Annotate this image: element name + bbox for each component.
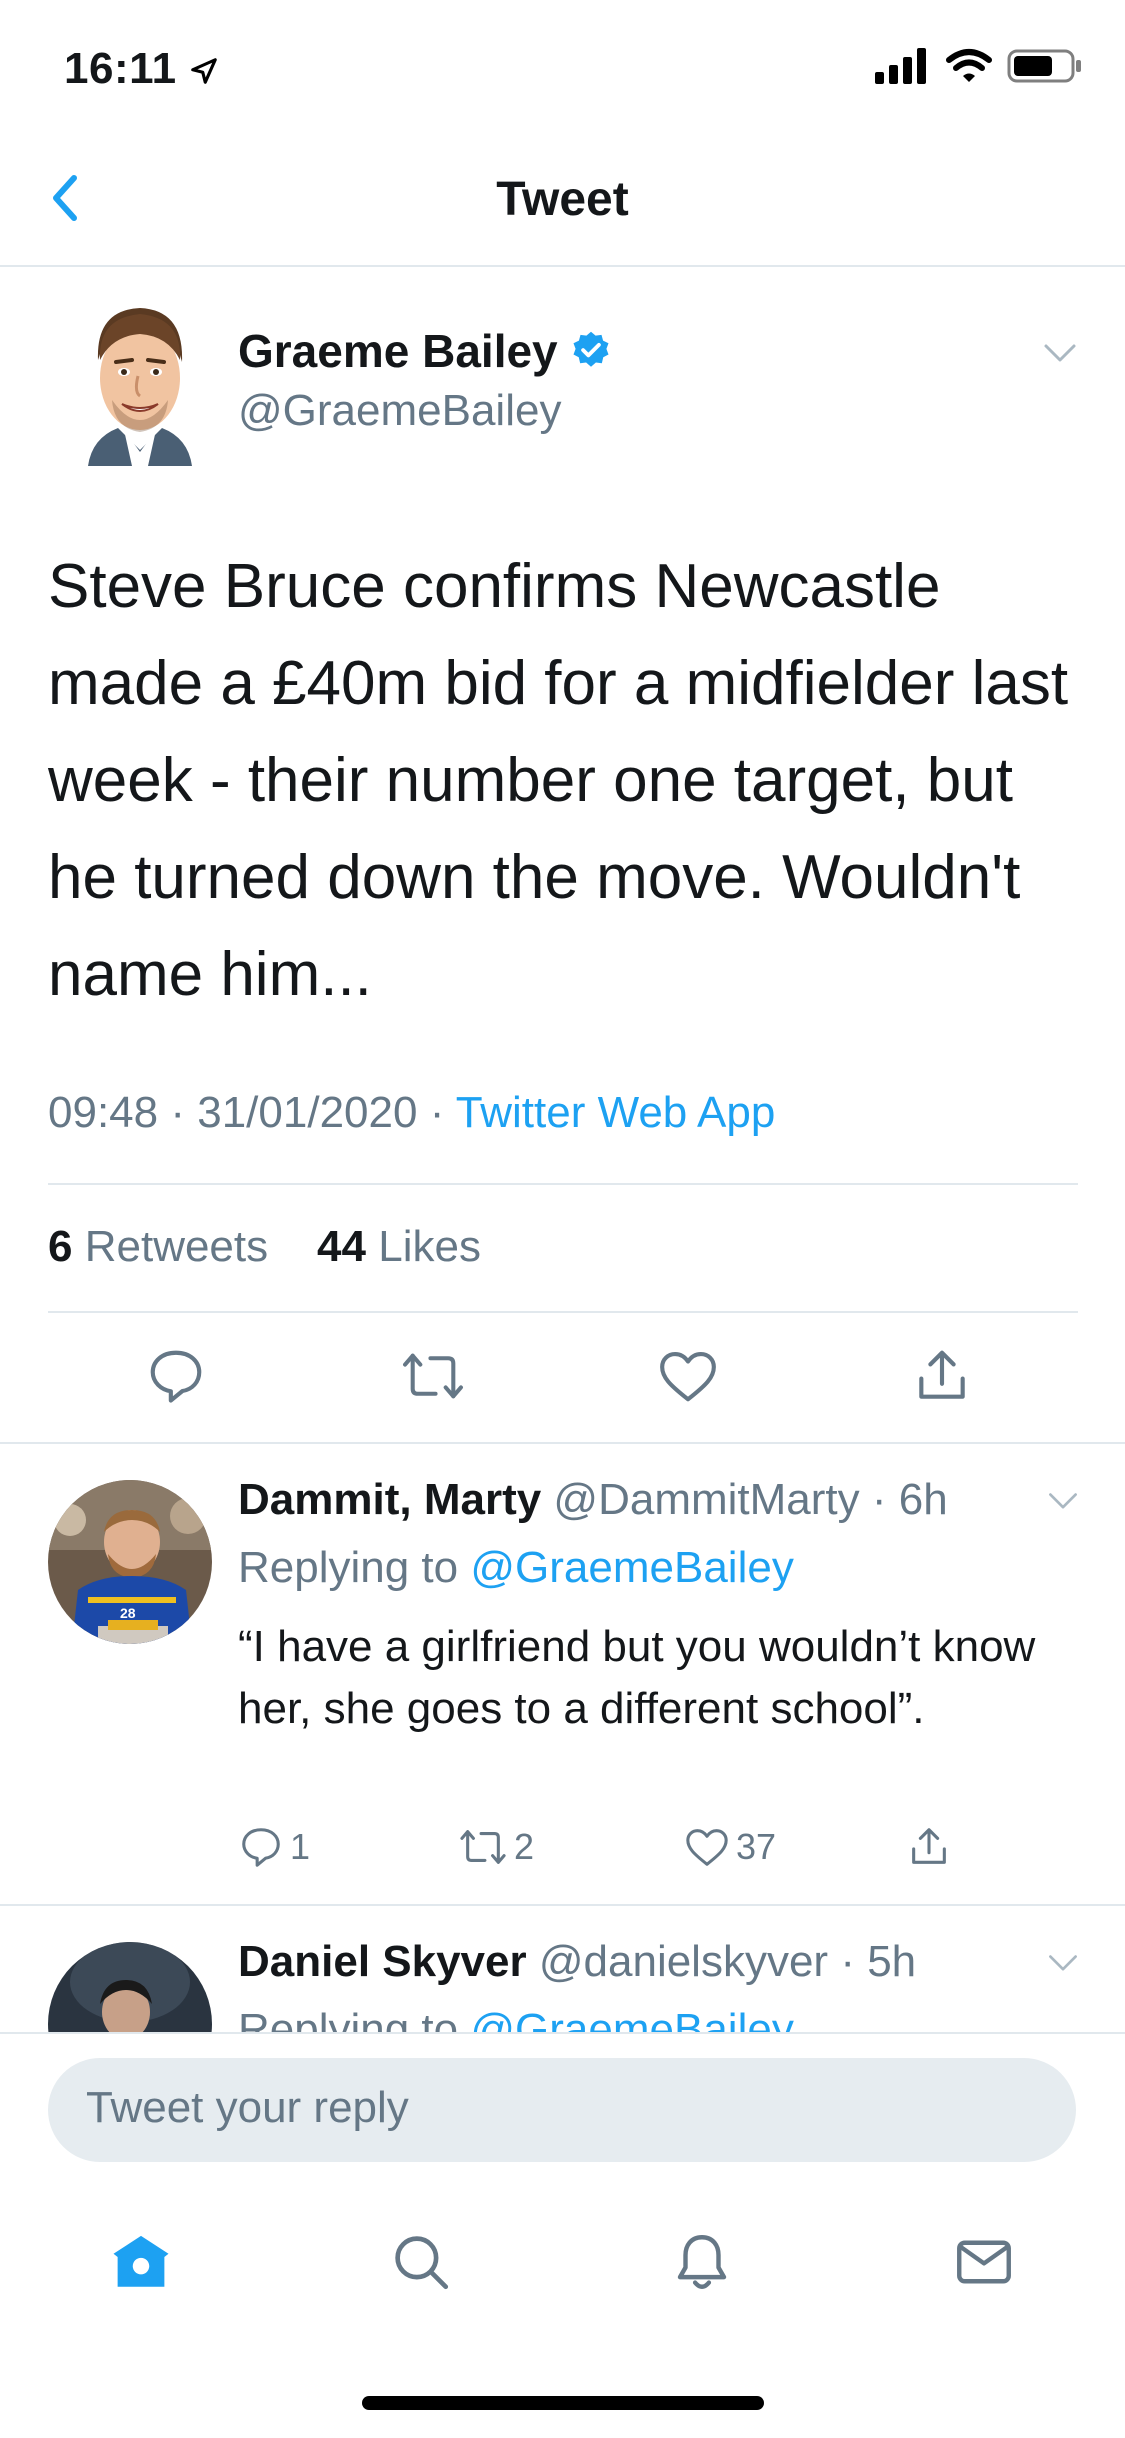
- tweet-options-button[interactable]: [1040, 332, 1080, 377]
- chevron-down-icon: [1049, 1955, 1077, 1971]
- retweet-count: 2: [514, 1826, 535, 1867]
- divider: [0, 1442, 1125, 1444]
- share-icon: [919, 1350, 965, 1399]
- reply-like-button[interactable]: 37: [684, 1824, 776, 1870]
- like-count: 37: [736, 1826, 777, 1867]
- replying-label: Replying to: [238, 1543, 459, 1592]
- divider: [0, 1904, 1125, 1906]
- retweet-icon: [403, 1353, 463, 1399]
- tweet-meta: 09:48 · 31/01/2020 · Twitter Web App: [48, 1088, 775, 1138]
- svg-text:28: 28: [120, 1605, 136, 1621]
- tweet-source-link[interactable]: Twitter Web App: [456, 1088, 776, 1137]
- reply-reply-button[interactable]: 1: [238, 1824, 310, 1870]
- author-name[interactable]: Graeme Bailey: [238, 324, 612, 378]
- share-button[interactable]: [907, 1341, 977, 1411]
- reply-author-handle[interactable]: @DammitMarty: [553, 1475, 859, 1524]
- share-icon: [912, 1828, 946, 1864]
- likes-stat[interactable]: 44 Likes: [317, 1222, 481, 1271]
- tweet-text: Steve Bruce confirms Newcastle made a £4…: [48, 552, 1069, 1009]
- like-icon: [686, 1829, 728, 1866]
- replying-to: Replying to @GraemeBailey: [238, 1543, 794, 1593]
- author-handle[interactable]: @GraemeBailey: [238, 386, 561, 436]
- tweet-time: 09:48: [48, 1088, 159, 1137]
- chevron-down-icon: [1044, 344, 1076, 362]
- tweet-date: 31/01/2020: [197, 1088, 418, 1137]
- reply-header: Daniel Skyver @danielskyver · 5h: [238, 1937, 916, 1987]
- messages-icon: [957, 2240, 1011, 2284]
- reply-retweet-button[interactable]: 2: [458, 1824, 534, 1870]
- reply-icon: [242, 1828, 280, 1867]
- like-icon: [660, 1351, 716, 1402]
- divider: [48, 1183, 1078, 1185]
- tab-notifications[interactable]: [657, 2217, 747, 2307]
- reply-age: · 6h: [871, 1475, 948, 1524]
- reply-options-button[interactable]: [1045, 1482, 1081, 1523]
- reply-author-name[interactable]: Daniel Skyver: [238, 1937, 527, 1986]
- reply-composer-placeholder: Tweet your reply: [86, 2083, 409, 2132]
- meta-separator: ·: [429, 1088, 445, 1137]
- status-icons: [875, 48, 1083, 84]
- tab-home[interactable]: [96, 2217, 186, 2307]
- location-arrow-icon: [191, 58, 218, 85]
- notifications-icon: [677, 2235, 727, 2289]
- reply-avatar[interactable]: 28: [48, 1480, 212, 1644]
- signal-icon: [875, 48, 926, 84]
- wifi-icon: [946, 49, 992, 82]
- page-title: Tweet: [496, 173, 629, 226]
- reply-author-name[interactable]: Dammit, Marty: [238, 1475, 541, 1524]
- reply-author-handle[interactable]: @danielskyver: [539, 1937, 828, 1986]
- reply-header: Dammit, Marty @DammitMarty · 6h: [238, 1475, 948, 1525]
- reply-icon: [150, 1350, 202, 1403]
- divider: [48, 1311, 1078, 1313]
- verified-badge-icon: [573, 331, 609, 367]
- battery-icon: [1007, 49, 1081, 83]
- reply-count: 1: [290, 1826, 311, 1867]
- reply-button[interactable]: [141, 1341, 211, 1411]
- replying-to-link[interactable]: @GraemeBailey: [470, 1543, 793, 1592]
- status-time: 16:11: [64, 44, 219, 94]
- reply-share-button[interactable]: [906, 1824, 952, 1870]
- reply-text: “I have a girlfriend but you wouldn’t kn…: [238, 1622, 1036, 1733]
- tab-search[interactable]: [376, 2217, 466, 2307]
- home-indicator: [362, 2396, 764, 2410]
- search-icon: [395, 2236, 449, 2290]
- like-button[interactable]: [653, 1341, 723, 1411]
- tweet-stats: 6 Retweets 44 Likes: [48, 1222, 481, 1272]
- reply-options-button[interactable]: [1045, 1944, 1081, 1985]
- meta-separator: ·: [170, 1088, 185, 1137]
- home-icon: [113, 2235, 169, 2287]
- tab-messages[interactable]: [939, 2217, 1029, 2307]
- author-name-text: Graeme Bailey: [238, 325, 558, 377]
- retweet-button[interactable]: [398, 1341, 468, 1411]
- chevron-down-icon: [1049, 1493, 1077, 1509]
- reply-age: · 5h: [840, 1937, 917, 1986]
- retweets-stat[interactable]: 6 Retweets: [48, 1222, 268, 1271]
- retweet-icon: [460, 1830, 506, 1864]
- author-avatar[interactable]: [78, 300, 203, 466]
